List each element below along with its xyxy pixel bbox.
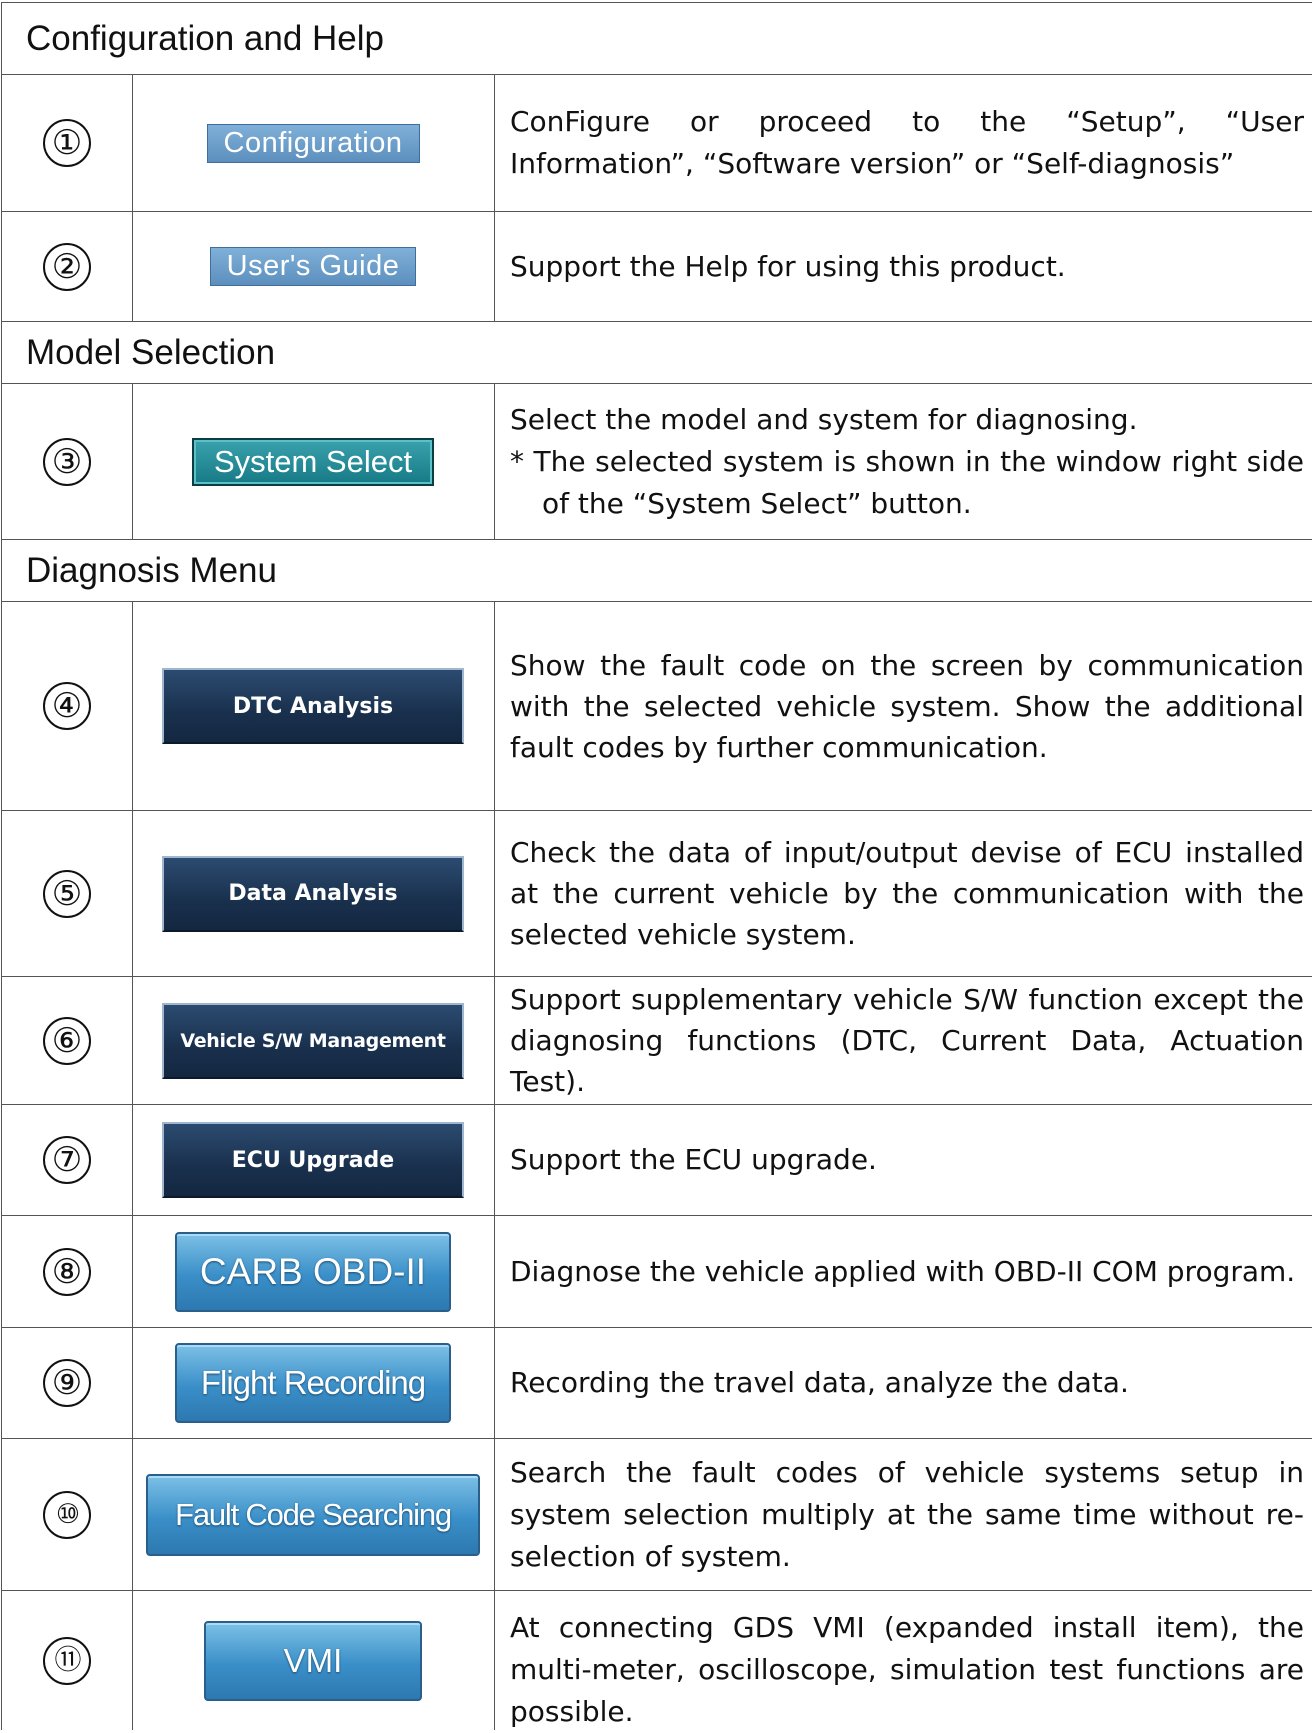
- row-description-6: Support supplementary vehicle S/W functi…: [510, 983, 1304, 1098]
- row-description-5: Check the data of input/output devise of…: [510, 836, 1304, 951]
- table-row: ④ DTC Analysis Show the fault code on th…: [1, 601, 1312, 810]
- row-number-3: ③: [43, 437, 91, 486]
- row-description-2: Support the Help for using this product.: [510, 249, 1066, 283]
- users-guide-button[interactable]: User's Guide: [209, 247, 417, 286]
- row-number-1: ①: [43, 119, 91, 167]
- row-number-10: ⑩: [43, 1490, 91, 1539]
- row-number-8: ⑧: [43, 1247, 91, 1296]
- carb-obd-ii-button[interactable]: CARB OBD-II: [175, 1231, 451, 1312]
- table-row: ② User's Guide Support the Help for usin…: [1, 211, 1312, 321]
- row-description-4: Show the fault code on the screen by com…: [510, 648, 1304, 764]
- fault-code-searching-button[interactable]: Fault Code Searching: [146, 1473, 480, 1556]
- row-number-7: ⑦: [43, 1136, 91, 1184]
- table-row: ③ System Select Select the model and sys…: [1, 383, 1312, 539]
- system-select-button[interactable]: System Select: [191, 437, 435, 486]
- row-number-2: ②: [43, 242, 91, 291]
- row-number-6: ⑥: [43, 1016, 91, 1065]
- row-description-10: Search the fault codes of vehicle system…: [510, 1455, 1304, 1573]
- section-header-model-selection: Model Selection: [1, 321, 1312, 383]
- table-row: ⑨ Flight Recording Recording the travel …: [1, 1327, 1312, 1438]
- flight-recording-button[interactable]: Flight Recording: [175, 1343, 451, 1423]
- data-analysis-button[interactable]: Data Analysis: [162, 855, 464, 932]
- row-number-11: ⑪: [43, 1636, 91, 1685]
- table-row: ⑪ VMI At connecting GDS VMI (expanded in…: [1, 1590, 1312, 1730]
- row-description-8: Diagnose the vehicle applied with OBD-II…: [510, 1254, 1296, 1288]
- vehicle-sw-management-button[interactable]: Vehicle S/W Management: [162, 1002, 464, 1079]
- row-description-1: ConFigure or proceed to the “Setup”, “Us…: [510, 105, 1304, 180]
- ecu-upgrade-button[interactable]: ECU Upgrade: [162, 1122, 464, 1198]
- row-description-7: Support the ECU upgrade.: [510, 1143, 877, 1176]
- section-header-diagnosis-menu: Diagnosis Menu: [1, 539, 1312, 601]
- table-row: ⑤ Data Analysis Check the data of input/…: [1, 810, 1312, 976]
- row-description-11: At connecting GDS VMI (expanded install …: [510, 1611, 1304, 1728]
- table-row: ⑩ Fault Code Searching Search the fault …: [1, 1438, 1312, 1590]
- row-note-3: * The selected system is shown in the wi…: [510, 444, 1304, 520]
- row-description-9: Recording the travel data, analyze the d…: [510, 1366, 1129, 1399]
- table-row: ⑦ ECU Upgrade Support the ECU upgrade.: [1, 1104, 1312, 1215]
- configuration-button[interactable]: Configuration: [206, 123, 420, 163]
- manual-page: Configuration and Help ① Configuration C…: [0, 0, 1312, 1730]
- row-description-3: Select the model and system for diagnosi…: [510, 402, 1138, 436]
- dtc-analysis-button[interactable]: DTC Analysis: [162, 668, 464, 744]
- section-header-config-help: Configuration and Help: [1, 2, 1312, 74]
- table-row: ⑧ CARB OBD-II Diagnose the vehicle appli…: [1, 1215, 1312, 1327]
- table-row: ① Configuration ConFigure or proceed to …: [1, 74, 1312, 211]
- row-number-4: ④: [43, 682, 91, 730]
- vmi-button[interactable]: VMI: [204, 1620, 422, 1701]
- row-number-5: ⑤: [43, 869, 91, 918]
- row-number-9: ⑨: [43, 1359, 91, 1407]
- table-row: ⑥ Vehicle S/W Management Support supplem…: [1, 976, 1312, 1104]
